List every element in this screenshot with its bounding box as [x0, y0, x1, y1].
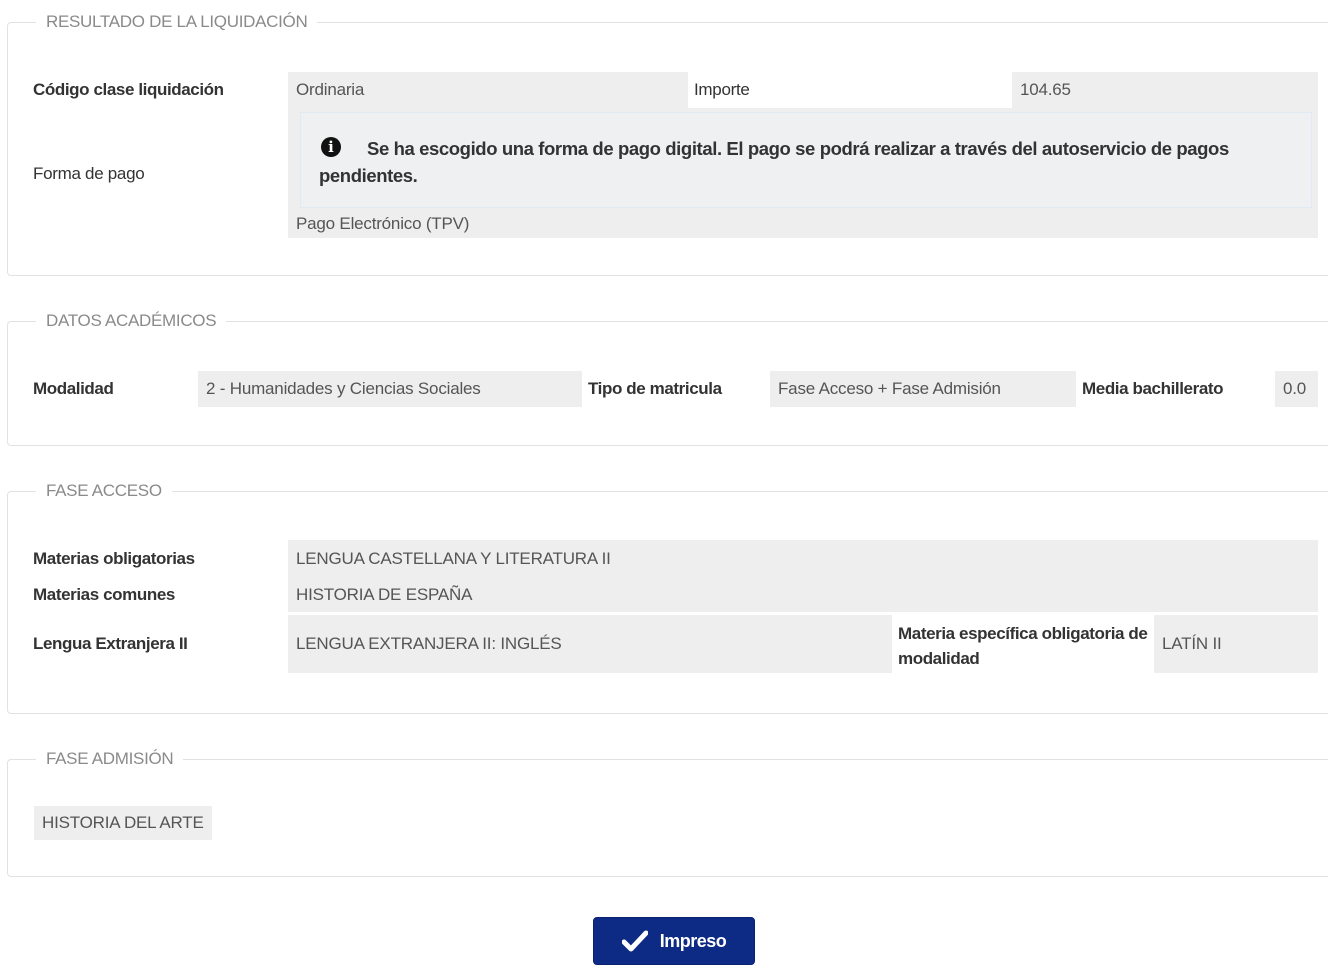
materias-obligatorias-value: LENGUA CASTELLANA Y LITERATURA II	[296, 549, 611, 568]
media-bachillerato-value: 0.0	[1275, 371, 1318, 407]
lengua-extranjera-value: LENGUA EXTRANJERA II: INGLÉS	[288, 615, 892, 673]
codigo-clase-value: Ordinaria	[288, 72, 688, 108]
acceso-legend: FASE ACCESO	[36, 479, 172, 503]
check-icon	[621, 930, 648, 952]
tipo-matricula-label: Tipo de matricula	[588, 379, 722, 398]
materia-especifica-label: Materia específica obligatoria de modali…	[898, 624, 1148, 668]
tipo-matricula-value: Fase Acceso + Fase Admisión	[770, 371, 1076, 407]
media-bachillerato-label: Media bachillerato	[1082, 379, 1224, 398]
admision-legend: FASE ADMISIÓN	[36, 747, 184, 771]
materia-especifica-value: LATÍN II	[1154, 615, 1318, 673]
modalidad-value: 2 - Humanidades y Ciencias Sociales	[198, 371, 582, 407]
info-alert: i Se ha escogido una forma de pago digit…	[300, 112, 1312, 208]
forma-pago-value: Pago Electrónico (TPV)	[296, 214, 470, 233]
info-message: Se ha escogido una forma de pago digital…	[319, 138, 1229, 186]
codigo-clase-label: Código clase liquidación	[33, 80, 224, 99]
importe-value: 104.65	[1012, 72, 1318, 108]
impreso-button[interactable]: Impreso	[593, 917, 755, 965]
lengua-extranjera-label: Lengua Extranjera II	[33, 634, 188, 653]
impreso-button-label: Impreso	[659, 930, 727, 951]
admision-materia-value: HISTORIA DEL ARTE	[34, 806, 212, 840]
liquidacion-legend: RESULTADO DE LA LIQUIDACIÓN	[36, 10, 318, 34]
modalidad-label: Modalidad	[33, 379, 114, 398]
forma-pago-label: Forma de pago	[33, 164, 145, 183]
materias-obligatorias-label: Materias obligatorias	[33, 549, 195, 568]
materias-comunes-value: HISTORIA DE ESPAÑA	[296, 585, 473, 604]
materias-comunes-label: Materias comunes	[33, 585, 175, 604]
academicos-legend: DATOS ACADÉMICOS	[36, 309, 227, 333]
importe-label: Importe	[694, 80, 750, 99]
